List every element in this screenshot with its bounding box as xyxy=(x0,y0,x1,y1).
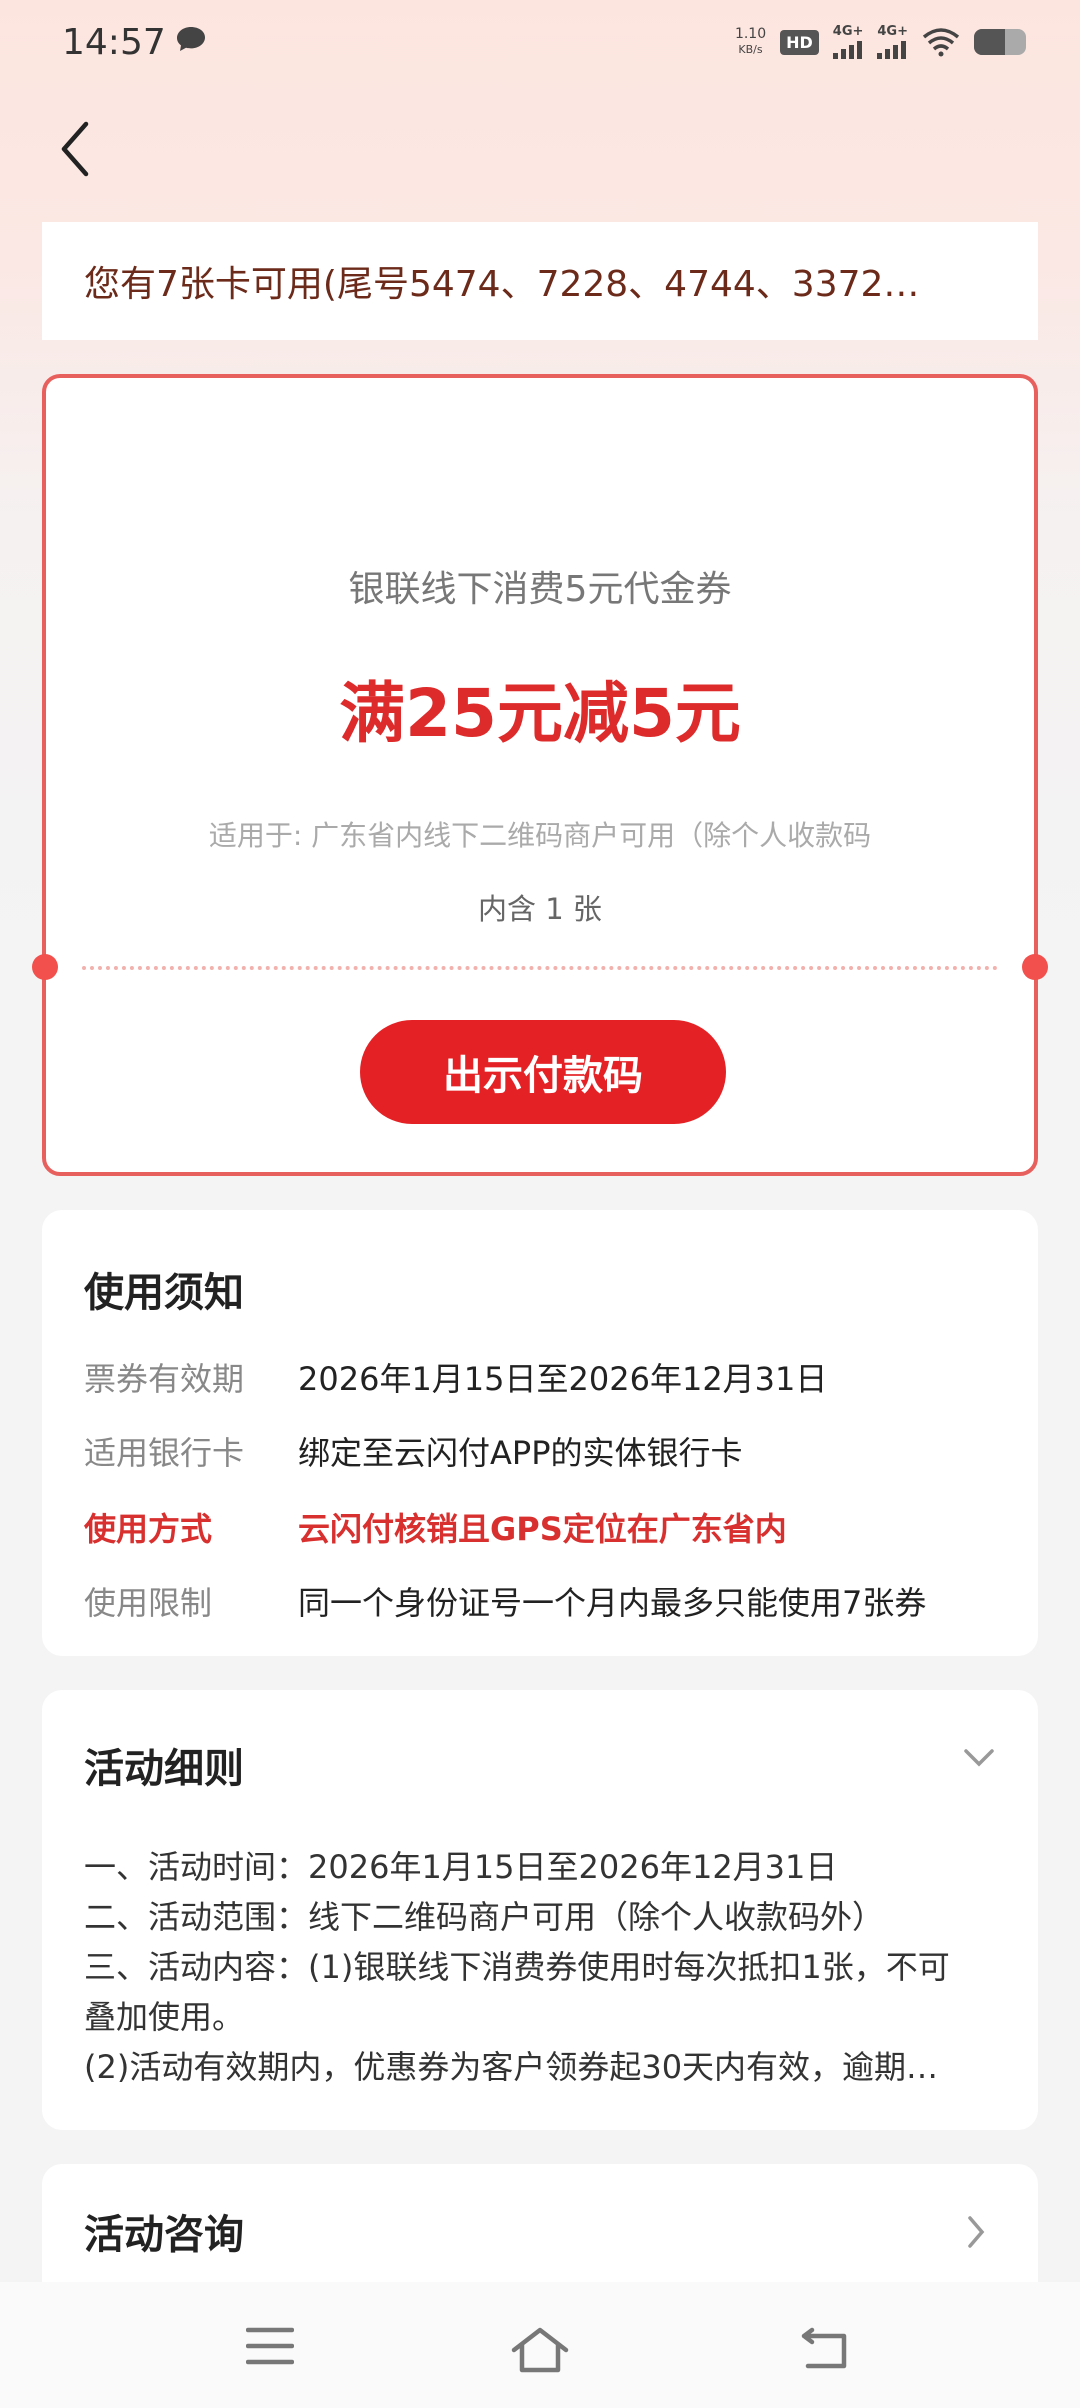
status-time: 14:57 xyxy=(62,22,166,63)
usage-notice-title: 使用须知 xyxy=(84,1270,244,1316)
wifi-icon xyxy=(922,28,960,57)
network-speed: 1.10 KB/s xyxy=(734,26,767,56)
chat-bubble-icon xyxy=(177,27,205,51)
coupon-notch-left xyxy=(32,954,58,980)
rule-line: 一、活动时间：2026年1月15日至2026年12月31日 xyxy=(84,1848,838,1886)
battery-icon xyxy=(974,29,1026,55)
available-cards-text: 您有7张卡可用(尾号5474、7228、4744、3372… xyxy=(84,264,920,305)
hd-voice-icon: HD xyxy=(780,29,819,55)
coupon-title: 银联线下消费5元代金券 xyxy=(348,569,732,610)
notice-row: 票券有效期 2026年1月15日至2026年12月31日 xyxy=(84,1360,828,1398)
menu-icon[interactable] xyxy=(246,2326,294,2366)
usage-notice-section: 使用须知 票券有效期 2026年1月15日至2026年12月31日 适用银行卡 绑定… xyxy=(42,1210,1038,1656)
status-bar: 14:57 1.10 KB/s HD 4G+ 4G+ xyxy=(0,0,1080,90)
chevron-down-icon[interactable] xyxy=(962,1746,996,1770)
available-cards-banner[interactable]: 您有7张卡可用(尾号5474、7228、4744、3372… xyxy=(42,222,1038,340)
coupon-notch-right xyxy=(1022,954,1048,980)
rule-line: 叠加使用。 xyxy=(84,1998,245,2036)
coupon-divider xyxy=(82,966,998,970)
activity-rules-title: 活动细则 xyxy=(84,1746,244,1792)
rule-line: 三、活动内容：(1)银联线下消费券使用时每次抵扣1张，不可 xyxy=(84,1948,950,1986)
rule-line: 二、活动范围：线下二维码商户可用（除个人收款码外） xyxy=(84,1898,885,1936)
back-nav-icon[interactable] xyxy=(798,2326,850,2370)
show-payment-code-button[interactable]: 出示付款码 xyxy=(360,1020,726,1124)
activity-rules-section[interactable]: 活动细则 一、活动时间：2026年1月15日至2026年12月31日 二、活动范… xyxy=(42,1690,1038,2130)
coupon-count: 内含 1 张 xyxy=(478,892,602,926)
activity-consultation-section[interactable]: 活动咨询 xyxy=(42,2164,1038,2294)
chevron-right-icon[interactable] xyxy=(966,2214,986,2250)
coupon-card: 银联线下消费5元代金券 满25元减5元 适用于: 广东省内线下二维码商户可用（除… xyxy=(32,374,1048,1176)
notice-row-usage-method: 使用方式 云闪付核销且GPS定位在广东省内 xyxy=(84,1510,787,1548)
notice-row: 使用限制 同一个身份证号一个月内最多只能使用7张券 xyxy=(84,1584,927,1622)
activity-consultation-title: 活动咨询 xyxy=(84,2212,244,2258)
rule-line: (2)活动有效期内，优惠券为客户领券起30天内有效，逾期… xyxy=(84,2048,939,2086)
coupon-value: 满25元减5元 xyxy=(339,675,741,752)
back-arrow-icon[interactable] xyxy=(56,118,96,180)
notice-row: 适用银行卡 绑定至云闪付APP的实体银行卡 xyxy=(84,1434,743,1472)
coupon-scope: 适用于: 广东省内线下二维码商户可用（除个人收款码 xyxy=(208,819,872,852)
home-icon[interactable] xyxy=(510,2326,570,2374)
signal-1-icon: 4G+ xyxy=(832,25,863,59)
system-navigation-bar xyxy=(0,2282,1080,2408)
signal-2-icon: 4G+ xyxy=(877,25,908,59)
